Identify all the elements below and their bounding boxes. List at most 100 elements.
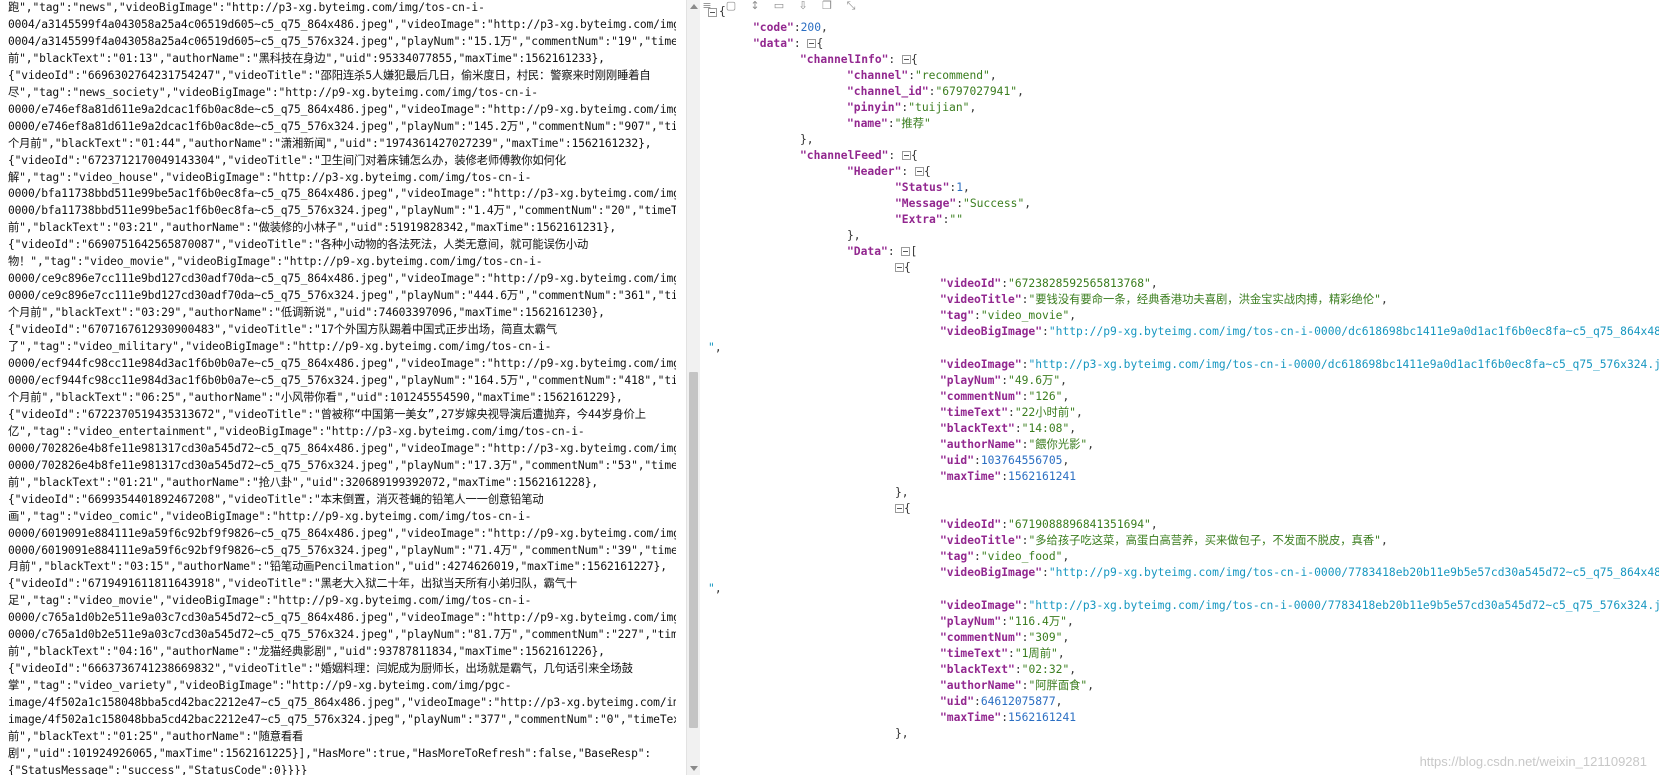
sort-icon[interactable]: ↕ <box>748 0 762 12</box>
duplicate-icon[interactable]: ❐ <box>820 0 834 12</box>
json-line-videobigimage: "videoBigImage":"http://p9-xg.byteimg.co… <box>940 324 1659 341</box>
json-line-header: "Header": { <box>847 165 931 178</box>
json-value: "116.4万" <box>1008 615 1067 628</box>
json-value: "" <box>949 213 964 226</box>
raw-text-line: 0000/c765a1d0b2e511e9a03c7cd30a545d72~c5… <box>8 611 676 625</box>
json-value: "要钱没有要命一条，经典香港功夫喜剧，洪金宝实战肉搏，精彩绝伦" <box>1028 293 1381 306</box>
json-line-uid: "uid":103764556705, <box>940 454 1070 467</box>
json-line-blacktext: "blackText":"02:32", <box>940 663 1077 676</box>
collapse-toggle-icon[interactable] <box>895 504 904 513</box>
collapse-toggle-icon[interactable] <box>708 8 717 17</box>
raw-text-line: 了","tag":"video_military","videoBigImage… <box>8 340 552 354</box>
scroll-down-icon[interactable] <box>690 766 698 771</box>
json-viewer-pane[interactable]: ≡ ▢ ↕ ▭ ⇩ ❐ ⤡ { "code":200, "data": { "c… <box>700 0 1659 775</box>
json-line-playnum: "playNum":"49.6万", <box>940 374 1067 387</box>
raw-text-line: 前","blackText":"04:16","authorName":"龙猫经… <box>8 645 605 659</box>
json-url-link[interactable]: "http://p9-xg.byteimg.com/img/tos-cn-i-0… <box>1049 325 1659 338</box>
json-line-message: "Message":"Success", <box>895 197 1032 210</box>
raw-text-line: 物！","tag":"video_movie","videoBigImage":… <box>8 255 543 269</box>
json-line-channelfeed: "channelFeed": { <box>800 149 918 162</box>
collapse-icon[interactable]: ⤡ <box>844 0 858 12</box>
raw-pane-scrollbar[interactable] <box>686 0 701 775</box>
raw-text-line: 0000/6019091e884111e9a59f6c92bf9f9826~c5… <box>8 543 676 557</box>
raw-text-line: 0000/ecf944fc98cc11e984d3ac1f6b0b0a7e~c5… <box>8 357 676 371</box>
scroll-up-icon[interactable] <box>690 4 698 9</box>
raw-text-line: 0000/702826e4b8fe11e981317cd30a545d72~c5… <box>8 441 676 455</box>
collapse-toggle-icon[interactable] <box>915 167 925 176</box>
raw-text-line: 0000/ce9c896e7cc111e9bd127cd30adf70da~c5… <box>8 272 676 286</box>
json-url-link[interactable]: "http://p3-xg.byteimg.com/img/tos-cn-i-0… <box>1028 599 1659 612</box>
json-line-authorname: "authorName":"餵你光影", <box>940 438 1095 451</box>
raw-response-pane[interactable]: 跑","tag":"news","videoBigImage":"http://… <box>0 0 686 775</box>
raw-text-line: 剧","uid":101924926065,"maxTime":15621612… <box>8 746 652 760</box>
raw-text-line: image/4f502a1c158048bba5cd42bac2212e47~c… <box>8 713 676 727</box>
csdn-watermark: https://blog.csdn.net/weixin_121109281 <box>1419 754 1647 769</box>
delete-icon[interactable]: ▭ <box>772 0 786 12</box>
json-value: "1周前" <box>1014 647 1058 660</box>
json-line-videotitle: "videoTitle":"多给孩子吃这菜，高蛋白高营养，买来做包子，不发面不脱… <box>940 534 1388 547</box>
json-line-tag: "tag":"video_food", <box>940 550 1070 563</box>
json-key: "channel" <box>847 69 909 82</box>
json-key: "Header" <box>847 165 902 178</box>
raw-response-text: 跑","tag":"news","videoBigImage":"http://… <box>8 0 676 775</box>
collapse-toggle-icon[interactable] <box>901 247 911 256</box>
json-value: "309" <box>1028 631 1063 644</box>
json-array-item-open: { <box>895 501 911 518</box>
json-value: "22小时前" <box>1014 406 1076 419</box>
json-line-blacktext: "blackText":"14:08", <box>940 422 1077 435</box>
raw-text-line: 画","tag":"video_comic","videoBigImage":"… <box>8 509 532 523</box>
json-line-channelinfo: "channelInfo": { <box>800 53 918 66</box>
json-array-item-open: { <box>895 260 911 277</box>
raw-text-line: 解","tag":"video_house","videoBigImage":"… <box>8 170 532 184</box>
collapse-toggle-icon[interactable] <box>902 55 912 64</box>
json-key: "pinyin" <box>847 101 902 114</box>
raw-text-line: 0000/bfa11738bbd511e99be5ac1f6b0ec8fa~c5… <box>8 187 676 201</box>
json-value: "02:32" <box>1021 663 1070 676</box>
json-line-videobigimage: "videoBigImage":"http://p9-xg.byteimg.co… <box>940 565 1659 582</box>
json-value: 103764556705 <box>980 454 1063 467</box>
json-line-channel: "channel":"recommend", <box>847 69 997 82</box>
raw-text-line: {"videoId":"6663736741238669832","videoT… <box>8 662 633 676</box>
json-close-brace: }, <box>895 486 909 499</box>
json-value: "49.6万" <box>1008 374 1061 387</box>
collapse-toggle-icon[interactable] <box>807 39 817 48</box>
json-line-videoid: "videoId":"6719088896841351694", <box>940 518 1158 531</box>
json-key: "Extra" <box>895 213 943 226</box>
json-value: "video_movie" <box>980 309 1070 322</box>
json-close-brace: }, <box>895 727 909 740</box>
raw-text-line: 前","blackText":"03:21","authorName":"做装修… <box>8 221 616 235</box>
raw-text-line: 0004/a3145599f4a043058a25a4c06519d605~c5… <box>8 17 676 31</box>
json-line-videoimage: "videoImage":"http://p3-xg.byteimg.com/i… <box>940 598 1659 615</box>
json-line-maxtime: "maxTime":1562161241 <box>940 470 1077 483</box>
raw-text-line: 亿","tag":"video_entertainment","videoBig… <box>8 424 585 438</box>
raw-text-line: {"videoId":"6696302764231754247","videoT… <box>8 68 651 82</box>
json-key: "channelFeed" <box>800 149 889 162</box>
json-value: "餵你光影" <box>1028 438 1088 451</box>
copy-icon[interactable]: ▢ <box>724 0 738 12</box>
json-url-link[interactable]: "http://p3-xg.byteimg.com/img/tos-cn-i-0… <box>1028 358 1659 371</box>
json-line-maxtime: "maxTime":1562161241 <box>940 711 1077 724</box>
json-line-data: "data": { <box>753 37 824 50</box>
raw-text-line: {"videoId":"6723712170049143304","videoT… <box>8 153 566 167</box>
raw-text-line: 个月前","blackText":"06:25","authorName":"小… <box>8 390 623 404</box>
download-icon[interactable]: ⇩ <box>796 0 810 12</box>
json-key: "Message" <box>895 197 957 210</box>
raw-text-line: 0000/bfa11738bbd511e99be5ac1f6b0ec8fa~c5… <box>8 204 676 218</box>
json-value: 64612075877 <box>980 695 1056 708</box>
raw-text-line: 足","tag":"video_movie","videoBigImage":"… <box>8 594 532 608</box>
json-url-link[interactable]: "http://p9-xg.byteimg.com/img/tos-cn-i-0… <box>1049 566 1659 579</box>
raw-text-line: 个月前","blackText":"01:44","authorName":"潇… <box>8 136 652 150</box>
collapse-toggle-icon[interactable] <box>895 263 904 272</box>
json-key: "Status" <box>895 181 950 194</box>
collapse-toggle-icon[interactable] <box>902 151 912 160</box>
json-value: "推荐" <box>894 117 931 130</box>
json-value: "video_food" <box>980 550 1063 563</box>
scroll-thumb[interactable] <box>689 372 698 728</box>
raw-text-line: 个月前","blackText":"03:29","authorName":"低… <box>8 306 605 320</box>
json-line-videotitle: "videoTitle":"要钱没有要命一条，经典香港功夫喜剧，洪金宝实战肉搏，… <box>940 293 1388 306</box>
raw-text-line: 0000/e746ef8a81d611e9a2dcac1f6b0ac8de~c5… <box>8 102 676 116</box>
raw-text-line: 0000/c765a1d0b2e511e9a03c7cd30a545d72~c5… <box>8 628 676 642</box>
json-line-code: "code":200, <box>753 21 828 34</box>
raw-text-line: 尽","tag":"news_society","videoBigImage":… <box>8 85 538 99</box>
json-value: "阿胖面食" <box>1028 679 1088 692</box>
